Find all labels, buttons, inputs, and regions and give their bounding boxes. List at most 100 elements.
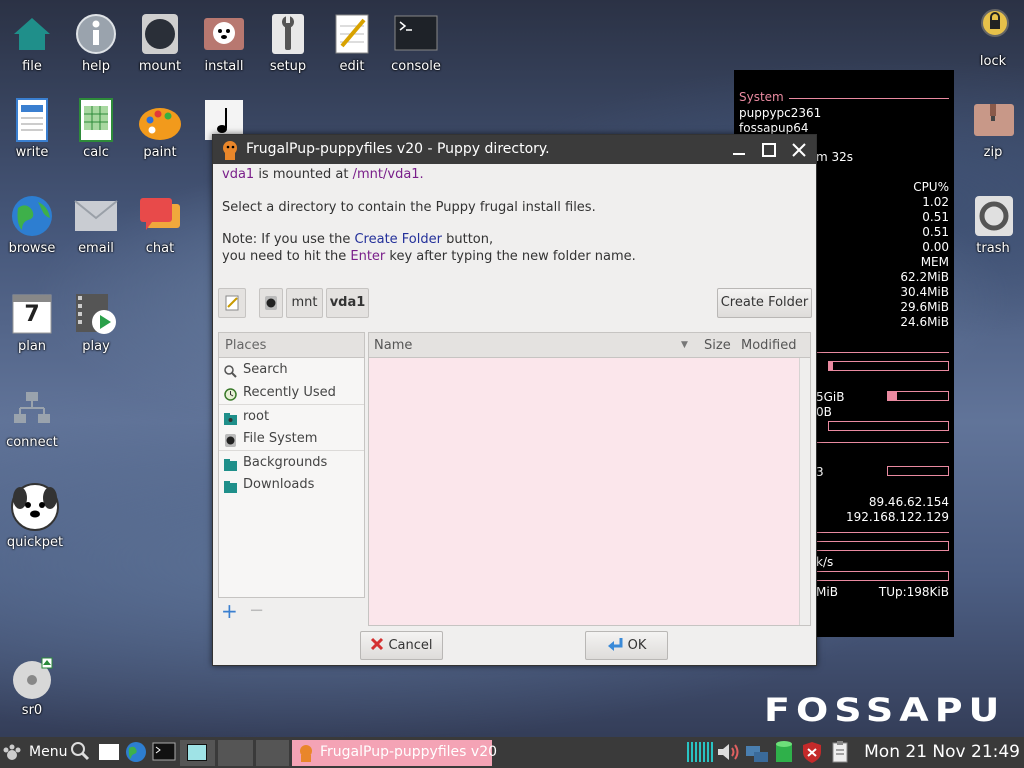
path-button-mnt[interactable]: mnt xyxy=(286,288,323,318)
pencil-notepad-icon xyxy=(330,12,374,56)
desktop-icon-label: plan xyxy=(17,339,47,354)
wrench-icon xyxy=(266,12,310,56)
tray-firewall[interactable] xyxy=(800,740,824,766)
tray-volume[interactable] xyxy=(716,740,740,766)
task-frugalpup[interactable]: FrugalPup-puppyfiles v20 xyxy=(292,740,497,766)
desktop-icon-install[interactable]: install xyxy=(189,12,259,74)
ok-button[interactable]: OK xyxy=(585,631,668,660)
desktop-icon-label: play xyxy=(82,339,110,354)
desktop-icon-plan[interactable]: 7 plan xyxy=(0,292,67,354)
sysinfo-separator xyxy=(789,98,949,99)
desktop-icon-play[interactable]: play xyxy=(61,292,131,354)
path-root-button[interactable] xyxy=(259,288,283,318)
speaker-icon xyxy=(718,744,739,760)
desktop-icon-paint[interactable]: paint xyxy=(125,98,195,160)
maximize-button[interactable] xyxy=(758,139,780,161)
places-item-root[interactable]: root xyxy=(219,404,364,427)
desktop-icon-connect[interactable]: connect xyxy=(0,388,67,450)
sysinfo-bar xyxy=(887,391,949,401)
tray-network[interactable] xyxy=(744,740,770,766)
quicklaunch-files[interactable] xyxy=(98,740,120,766)
desktop-icon-zip[interactable]: zip xyxy=(958,98,1024,160)
ok-label: OK xyxy=(627,638,647,653)
search-icon xyxy=(71,742,90,761)
workspace-3[interactable] xyxy=(256,740,289,766)
desktop-icon-calc[interactable]: calc xyxy=(61,98,131,160)
drive-icon xyxy=(265,296,277,310)
create-folder-button[interactable]: Create Folder xyxy=(717,288,812,318)
puppy-paw-icon xyxy=(3,744,21,760)
film-play-icon xyxy=(74,292,118,336)
desktop-icon-chat[interactable]: chat xyxy=(125,194,195,256)
desktop-icon-label: chat xyxy=(145,241,175,256)
desktop-icon-label: paint xyxy=(143,145,177,160)
tray-cpu-meter[interactable] xyxy=(686,740,714,766)
add-bookmark-button[interactable]: + xyxy=(221,599,238,623)
note-enter-key: Enter xyxy=(350,249,386,264)
note-line-1: Note: If you use the Create Folder butto… xyxy=(222,232,493,247)
desktop-icon-label: write xyxy=(15,145,49,160)
drive-icon xyxy=(224,432,237,447)
path-button-vda1[interactable]: vda1 xyxy=(326,288,369,318)
places-item-backgrounds[interactable]: Backgrounds xyxy=(219,450,364,473)
column-name[interactable]: Name xyxy=(374,338,412,353)
taskbar: Menu FrugalPup-puppyfiles v20 Mon 21 Nov… xyxy=(0,737,1024,768)
file-list-scrollbar[interactable] xyxy=(799,358,810,625)
desktop-icon-trash[interactable]: trash xyxy=(958,194,1024,256)
puppy-face-icon xyxy=(10,482,60,532)
sysinfo-bar xyxy=(816,541,949,551)
desktop-icon-quickpet[interactable]: quickpet xyxy=(0,482,70,550)
desktop-icon-help[interactable]: help xyxy=(61,12,131,74)
desktop-icon-label: setup xyxy=(269,59,307,74)
remove-bookmark-button[interactable]: − xyxy=(249,600,264,621)
trash-icon xyxy=(971,194,1015,238)
desktop-icon-email[interactable]: email xyxy=(61,194,131,256)
menu-label: Menu xyxy=(29,744,68,760)
document-icon xyxy=(10,98,54,142)
desktop-icon-browse[interactable]: browse xyxy=(0,194,67,256)
puppy-box-icon xyxy=(202,12,246,56)
taskbar-clock[interactable]: Mon 21 Nov 21:49 xyxy=(864,742,1020,762)
places-item-search[interactable]: Search xyxy=(219,358,364,381)
quicklaunch-search[interactable] xyxy=(70,740,90,766)
clipboard-icon xyxy=(832,741,848,763)
menu-button[interactable]: Menu xyxy=(2,740,68,766)
desktop-icon-label: mount xyxy=(138,59,182,74)
column-size[interactable]: Size xyxy=(704,338,731,353)
minimize-button[interactable] xyxy=(728,139,750,161)
task-label: FrugalPup-puppyfiles v20 xyxy=(320,744,498,760)
desktop-icon-label: file xyxy=(22,59,42,74)
terminal-icon xyxy=(152,742,176,761)
workspace-2[interactable] xyxy=(218,740,253,766)
tray-clipboard[interactable] xyxy=(830,740,850,766)
desktop-icon-label: install xyxy=(204,59,244,74)
archive-icon xyxy=(971,98,1015,142)
desktop-icon-edit[interactable]: edit xyxy=(317,12,387,74)
close-button[interactable] xyxy=(788,139,810,161)
desktop-icon-mount[interactable]: mount xyxy=(125,12,195,74)
dialog-titlebar[interactable]: FrugalPup-puppyfiles v20 - Puppy directo… xyxy=(213,135,816,164)
wallpaper-logo-text: FOSSAPU xyxy=(764,691,1006,729)
desktop-icon-setup[interactable]: setup xyxy=(253,12,323,74)
desktop-icon-file[interactable]: file xyxy=(0,12,67,74)
desktop-icon-sr0[interactable]: sr0 xyxy=(0,656,67,718)
desktop-icon-write[interactable]: write xyxy=(0,98,67,160)
cancel-button[interactable]: Cancel xyxy=(360,631,443,660)
edit-location-button[interactable] xyxy=(218,288,246,318)
quicklaunch-browser[interactable] xyxy=(125,740,147,766)
sysinfo-bar-fill xyxy=(829,362,833,370)
places-item-recently-used[interactable]: Recently Used xyxy=(219,381,364,404)
desktop-icon-lock[interactable]: lock xyxy=(958,6,1024,69)
quicklaunch-terminal[interactable] xyxy=(152,740,176,766)
tray-storage[interactable] xyxy=(772,740,796,766)
places-item-downloads[interactable]: Downloads xyxy=(219,473,364,496)
column-modified[interactable]: Modified xyxy=(741,338,796,353)
sysinfo-uptime: m 32s xyxy=(816,150,854,164)
workspace-1[interactable] xyxy=(180,740,215,766)
places-item-file-system[interactable]: File System xyxy=(219,427,364,450)
desktop-icon-console[interactable]: console xyxy=(381,12,451,74)
lock-icon xyxy=(971,6,1015,50)
file-list[interactable]: Name ▼ Size Modified xyxy=(368,332,811,626)
network-monitor-icon xyxy=(746,746,768,762)
places-item-label: Search xyxy=(243,362,288,377)
